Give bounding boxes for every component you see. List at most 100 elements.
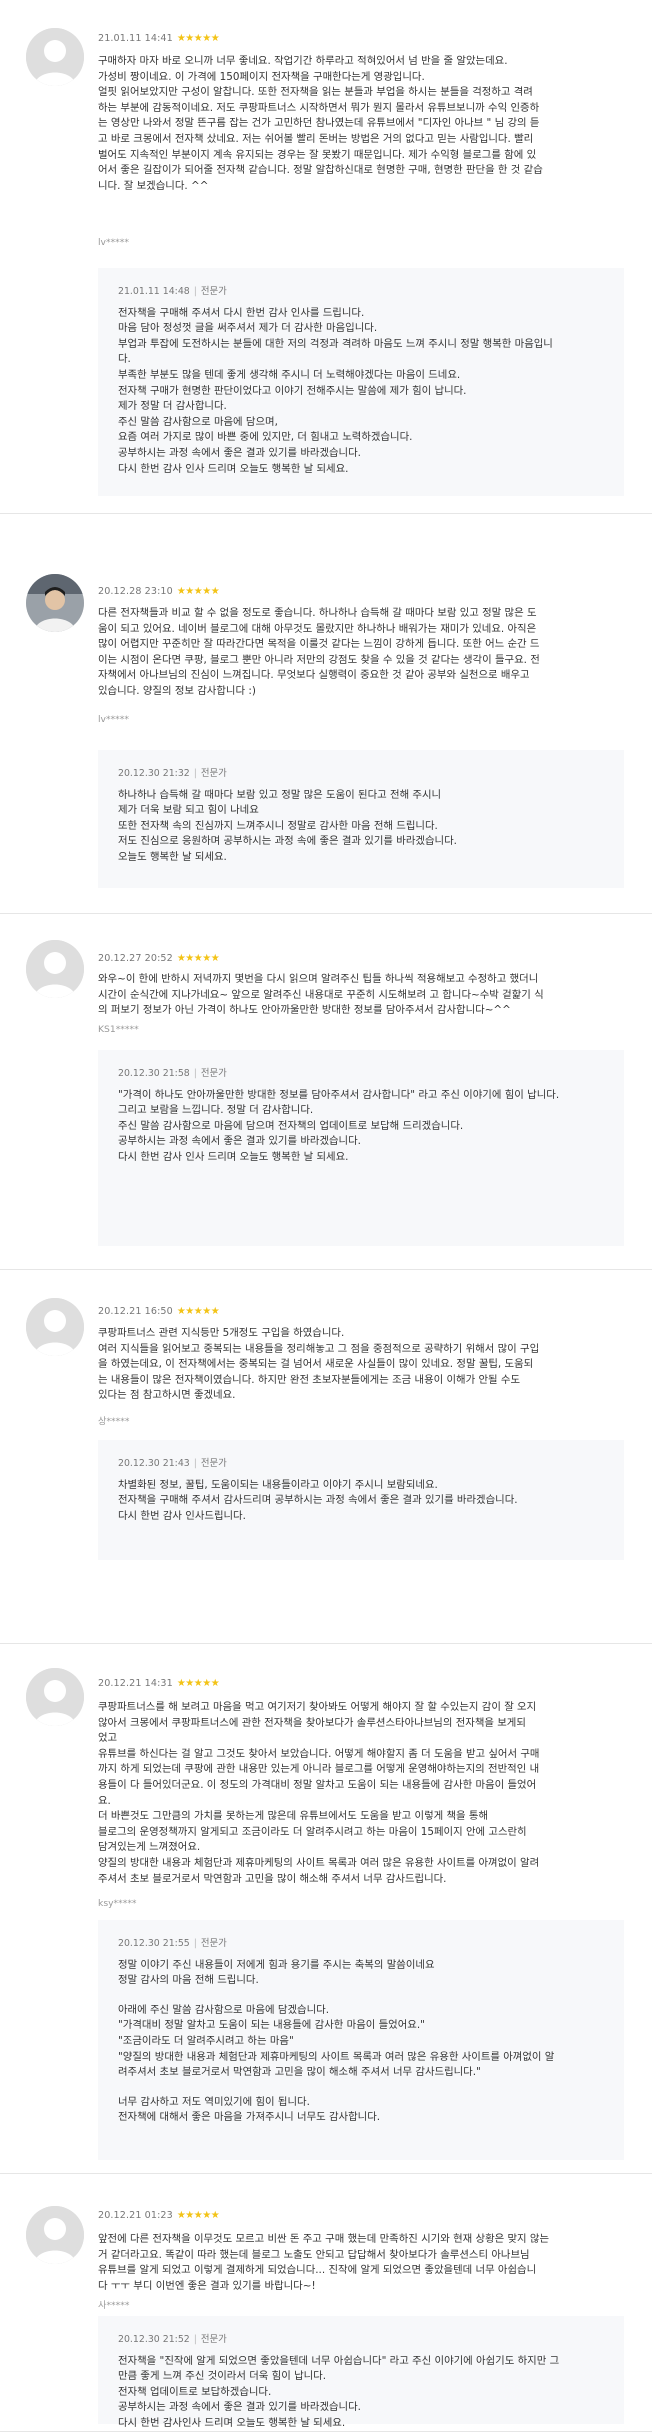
review-text-line: 이는 시점이 온다면 쿠팡, 블로그 뿐만 아니라 저만의 강점도 찾을 수 있…: [98, 653, 540, 666]
review-item: 20.12.28 23:10 ★★★★★ 다른 전자책들과 비교 할 수 없을 정도…: [0, 514, 652, 914]
reply-text-line: 저도 진심으로 응원하며 공부하시는 과정 속에 좋은 결과 있기를 바라겠습니…: [118, 835, 457, 848]
reviewer-id: 사*****: [98, 2300, 130, 2311]
reply-text-line: [118, 2081, 604, 2095]
avatar-image: [26, 1298, 84, 1356]
review-body: 쿠팡파트너스 관련 지식등만 5개정도 구입을 하였습니다. 여러 지식들을 읽어…: [98, 1326, 638, 1404]
review-meta: 21.01.11 14:41 ★★★★★: [98, 31, 220, 47]
reply-text-line: 제가 더욱 보람 되고 힘이 나네요: [118, 804, 259, 817]
review-text-line: 자책에서 아나브님의 진심이 느껴집니다. 무엇보다 실행력이 중요한 것 같아…: [98, 669, 530, 682]
reviewer-avatar: [26, 2206, 84, 2264]
review-item: 20.12.27 20:52 ★★★★★ 와우~이 한에 반하시 저녁까지 몇번을 …: [0, 914, 652, 1270]
reply-text-line: 다시 한번 감사 인사 드리며 오늘도 행복한 날 되세요.: [118, 462, 349, 475]
review-text-line: 유튜브를 하신다는 걸 알고 그것도 찾아서 보았습니다. 어떻게 해야할지 좀…: [98, 1747, 540, 1760]
seller-reply: 20.12.30 21:52 | 전문가 전자책을 "진작에 알게 되었으면 좋았을텐…: [98, 2316, 624, 2429]
review-text-line: 까지 하게 되었는데 쿠팡에 관한 내용만 있는게 아니라 블로그를 어떻게 운…: [98, 1763, 540, 1776]
reply-role: 전문가: [200, 286, 227, 297]
review-date: 20.12.28 23:10: [98, 586, 173, 597]
reply-text: "가격이 하나도 안아까울만한 방대한 정보를 담아주셔서 감사합니다" 라고 …: [118, 1088, 604, 1166]
reply-meta: 21.01.11 14:48 | 전문가: [118, 284, 604, 300]
review-text-line: 어서 좋은 길잡이가 되어줄 전자책 같습니다. 정말 알찹하신대로 현명한 구…: [98, 164, 543, 177]
review-item: 20.12.21 14:31 ★★★★★ 쿠팡파트너스를 해 보려고 마음을 먹고 …: [0, 1644, 652, 2174]
review-text-line: 얼핏 읽어보았지만 구성이 알찹니다. 또한 전자책을 읽는 분들과 부업을 하…: [98, 86, 533, 99]
reply-text-line: 오늘도 행복한 날 되세요.: [118, 850, 227, 863]
reply-date: 20.12.30 21:52: [118, 2334, 190, 2345]
reply-text-line: 려주셔서 초보 블로거로서 막연함과 고민을 많이 해소해 주셔서 너무 감사드…: [118, 2066, 481, 2079]
review-body: 쿠팡파트너스를 해 보려고 마음을 먹고 여기저기 찾아봐도 어떻게 해야지 잘…: [98, 1700, 638, 1887]
review-text-line: 주셔서 초보 블로거로서 막연함과 고민을 많이 해소해 주셔서 너무 감사드립…: [98, 1872, 447, 1885]
reply-role: 전문가: [200, 1938, 227, 1949]
reviewer-id: lv*****: [98, 714, 129, 725]
reply-text-line: 주신 말씀 감사함으로 마음에 담으며 전자책의 업데이트로 보답해 드리겠습니…: [118, 1119, 464, 1132]
reply-text-line: 요즘 여러 가지로 많이 바쁜 중에 있지만, 더 힘내고 노력하겠습니다.: [118, 431, 413, 444]
reviewer-avatar: [26, 28, 84, 86]
reply-text-line: 다.: [118, 353, 131, 366]
reply-text-line: [118, 1989, 604, 2003]
reply-text-line: 전자책을 구매해 주셔서 감사드리며 공부하시는 과정 속에서 좋은 결과 있기…: [118, 1494, 518, 1507]
avatar-image: [26, 1668, 84, 1726]
reviewer-id: lv*****: [98, 237, 129, 248]
reply-text: 전자책을 "진작에 알게 되었으면 좋았을텐데 너무 아쉽습니다" 라고 주신 …: [118, 2354, 604, 2432]
review-text-line: 않아서 크몽에서 쿠팡파트너스에 관한 전자책을 찾아보다가 솔루션스타아나브님…: [98, 1716, 526, 1729]
seller-reply: 20.12.30 21:58 | 전문가 "가격이 하나도 안아까울만한 방대한 정보…: [98, 1050, 624, 1246]
review-item: 20.12.21 16:50 ★★★★★ 쿠팡파트너스 관련 지식등만 5개정도 구…: [0, 1270, 652, 1644]
seller-reply: 20.12.30 21:32 | 전문가 하나하나 습득해 갈 때마다 보람 있고 정…: [98, 750, 624, 888]
reply-text: 차별화된 정보, 꿀팁, 도움이되는 내용들이라고 이야기 주시니 보람되네요.…: [118, 1478, 604, 1525]
reply-separator: |: [193, 1068, 197, 1079]
review-body: 구매하자 마자 바로 오니까 너무 좋네요. 작업기간 하루라고 적혀있어서 넘…: [98, 54, 638, 194]
avatar-image: [26, 2206, 84, 2264]
reply-date: 20.12.30 21:43: [118, 1458, 190, 1469]
review-text-line: 의 퍼보기 정보가 아닌 가격이 하나도 안아까울만한 방대한 정보를 담아주셔…: [98, 1004, 511, 1017]
reply-meta: 20.12.30 21:43 | 전문가: [118, 1456, 604, 1472]
review-meta: 20.12.21 16:50 ★★★★★: [98, 1304, 220, 1320]
reply-text-line: "양질의 방대한 내용과 체험단과 제휴마케팅의 사이트 목록과 여러 많은 유…: [118, 2050, 555, 2063]
reply-text-line: 너무 감사하고 저도 역미있기에 힘이 됩니다.: [118, 2095, 310, 2108]
review-date: 20.12.21 14:31: [98, 1678, 173, 1689]
review-meta: 20.12.21 01:23 ★★★★★: [98, 2208, 220, 2224]
review-text-line: 와우~이 한에 반하시 저녁까지 몇번을 다시 읽으며 알려주신 팁들 하나씩 …: [98, 973, 539, 985]
review-text-line: 는 내용들이 많은 전자책이였습니다. 하지만 완전 초보자분들에게는 조금 내…: [98, 1373, 521, 1386]
reply-text-line: 전자책을 구매해 주셔서 다시 한번 감사 인사를 드립니다.: [118, 306, 365, 319]
reply-text-line: 마음 담아 정성껏 글을 써주셔서 제가 더 감사한 마음입니다.: [118, 322, 378, 335]
review-meta: 20.12.27 20:52 ★★★★★: [98, 951, 220, 967]
reply-role: 전문가: [200, 768, 227, 779]
reply-date: 20.12.30 21:55: [118, 1938, 190, 1949]
reply-text-line: 전자책 업데이트로 보답하겠습니다.: [118, 2385, 272, 2398]
review-text-line: 양질의 방대한 내용과 체험단과 제휴마케팅의 사이트 목록과 여러 많은 유용…: [98, 1856, 540, 1869]
review-body: 다른 전자책들과 비교 할 수 없을 정도로 좋습니다. 하나하나 습득해 갈 …: [98, 606, 638, 700]
review-text-line: 앞전에 다른 전자책을 이무것도 모르고 비싼 돈 주고 구매 했는데 만족하진…: [98, 2233, 550, 2245]
reviewer-id: KS1*****: [98, 1024, 139, 1035]
review-text-line: 거 같더라고요. 똑같이 따라 했는데 블로그 노출도 안되고 답답해서 찾아보…: [98, 2248, 530, 2261]
seller-reply: 21.01.11 14:48 | 전문가전자책을 구매해 주셔서 다시 한번 감사 …: [98, 268, 624, 496]
review-text-line: 벌어도 지속적인 부분이지 계속 유지되는 경우는 잘 못봤기 때문입니다. 제…: [98, 148, 537, 161]
reply-text-line: 부업과 투잡에 도전하시는 분들에 대한 저의 걱정과 격려하 마음도 느껴 주…: [118, 337, 553, 350]
reply-text-line: 만큼 좋게 느껴 주신 것이라서 더욱 힘이 납니다.: [118, 2370, 327, 2383]
review-text-line: 용들이 다 들어있더군요. 이 정도의 가격대비 정말 알차고 도움이 되는 내…: [98, 1778, 537, 1791]
review-text-line: 었고: [98, 1732, 118, 1745]
reply-text-line: 다시 한번 감사 인사 드리며 오늘도 행복한 날 되세요.: [118, 1150, 349, 1163]
reply-text-line: "가격이 하나도 안아까울만한 방대한 정보를 담아주셔서 감사합니다" 라고 …: [118, 1088, 560, 1101]
reply-text-line: 다시 한번 감사인사 드리며 오늘도 행복한 날 되세요.: [118, 2416, 346, 2429]
avatar-image: [26, 28, 84, 86]
review-text-line: 블로그의 운영정책까지 알게되고 조금이라도 더 알려주시려고 하는 마음이 1…: [98, 1825, 527, 1838]
review-text-line: 다 ㅜㅜ 부디 이번엔 좋은 결과 있기를 바랍니다~!: [98, 2279, 316, 2292]
rating-stars: ★★★★★: [176, 1678, 220, 1689]
review-date: 20.12.27 20:52: [98, 953, 173, 964]
reviewer-avatar: [26, 940, 84, 998]
avatar-image: [26, 940, 84, 998]
reply-separator: |: [193, 2334, 197, 2345]
review-text-line: 쿠팡파트너스를 해 보려고 마음을 먹고 여기저기 찾아봐도 어떻게 해야지 잘…: [98, 1701, 537, 1713]
reply-text-line: 전자책에 대해서 좋은 마음을 가져주시니 너무도 감사합니다.: [118, 2111, 381, 2124]
review-text-line: 다른 전자책들과 비교 할 수 없을 정도로 좋습니다. 하나하나 습득해 갈 …: [98, 607, 537, 619]
reply-text-line: 그리고 보람을 느낍니다. 정말 더 감사합니다.: [118, 1104, 314, 1117]
review-text-line: 여러 지식들을 읽어보고 중복되는 내용들을 정리해놓고 그 점을 중점적으로 …: [98, 1342, 540, 1355]
reply-text-line: 차별화된 정보, 꿀팁, 도움이되는 내용들이라고 이야기 주시니 보람되네요.: [118, 1478, 438, 1491]
review-text-line: 고 바로 크몽에서 전자책 샀네요. 저는 쉬어볼 빨리 돈버는 방법은 거의 …: [98, 132, 534, 145]
reply-separator: |: [193, 1458, 197, 1469]
rating-stars: ★★★★★: [176, 586, 220, 597]
reply-text-line: 전자책을 "진작에 알게 되었으면 좋았을텐데 너무 아쉽습니다" 라고 주신 …: [118, 2354, 560, 2367]
reply-text-line: 다시 한번 감사 인사드립니다.: [118, 1509, 246, 1522]
reply-text-line: 부족한 부분도 많을 텐데 좋게 생각해 주시니 더 노력해야겠다는 마음이 드…: [118, 368, 461, 381]
reviewer-avatar: [26, 1668, 84, 1726]
review-body: 앞전에 다른 전자책을 이무것도 모르고 비싼 돈 주고 구매 했는데 만족하진…: [98, 2232, 638, 2294]
reply-text-line: 공부하시는 과정 속에서 좋은 결과 있기를 바라겠습니다.: [118, 446, 361, 459]
